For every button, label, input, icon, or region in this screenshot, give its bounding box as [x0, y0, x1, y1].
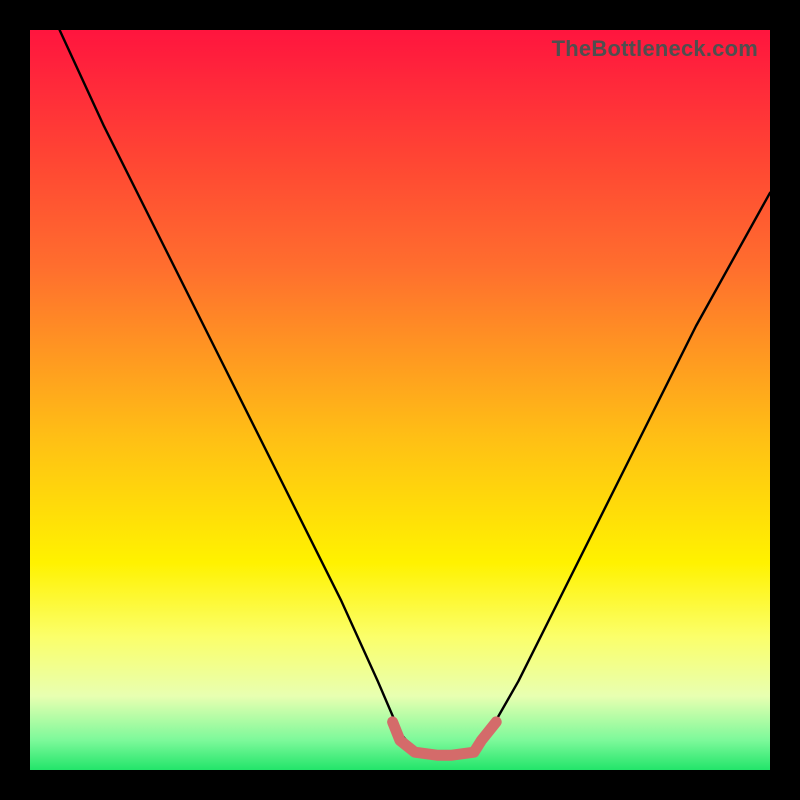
- bottleneck-curve-path: [60, 30, 770, 754]
- highlight-flat-path: [393, 722, 497, 755]
- chart-frame: TheBottleneck.com: [0, 0, 800, 800]
- plot-area: TheBottleneck.com: [30, 30, 770, 770]
- chart-svg: [30, 30, 770, 770]
